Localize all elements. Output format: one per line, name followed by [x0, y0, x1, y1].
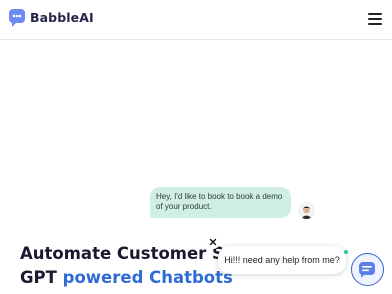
online-status-dot	[344, 250, 348, 254]
hamburger-menu-icon[interactable]	[366, 10, 386, 26]
headline-gpt: GPT	[20, 268, 57, 287]
chat-bubble-logo-icon	[9, 9, 25, 27]
help-greeting-bubble[interactable]: Hi!!! need any help from me?	[218, 246, 346, 274]
site-header: BabbleAI	[0, 0, 392, 40]
close-icon[interactable]	[206, 235, 220, 249]
hero-headline-line2: GPT powered Chatbots	[20, 267, 233, 289]
headline-powered-chatbots: powered Chatbots	[62, 268, 233, 287]
chat-launcher-button[interactable]	[351, 253, 384, 286]
user-avatar-icon	[298, 202, 315, 219]
demo-chat-message: Hey, I'd like to book to book a demo of …	[150, 187, 291, 218]
chat-launcher-icon	[359, 262, 375, 278]
user-avatar	[298, 202, 315, 219]
logo-text: BabbleAI	[30, 10, 94, 25]
brand-logo[interactable]: BabbleAI	[8, 8, 98, 30]
